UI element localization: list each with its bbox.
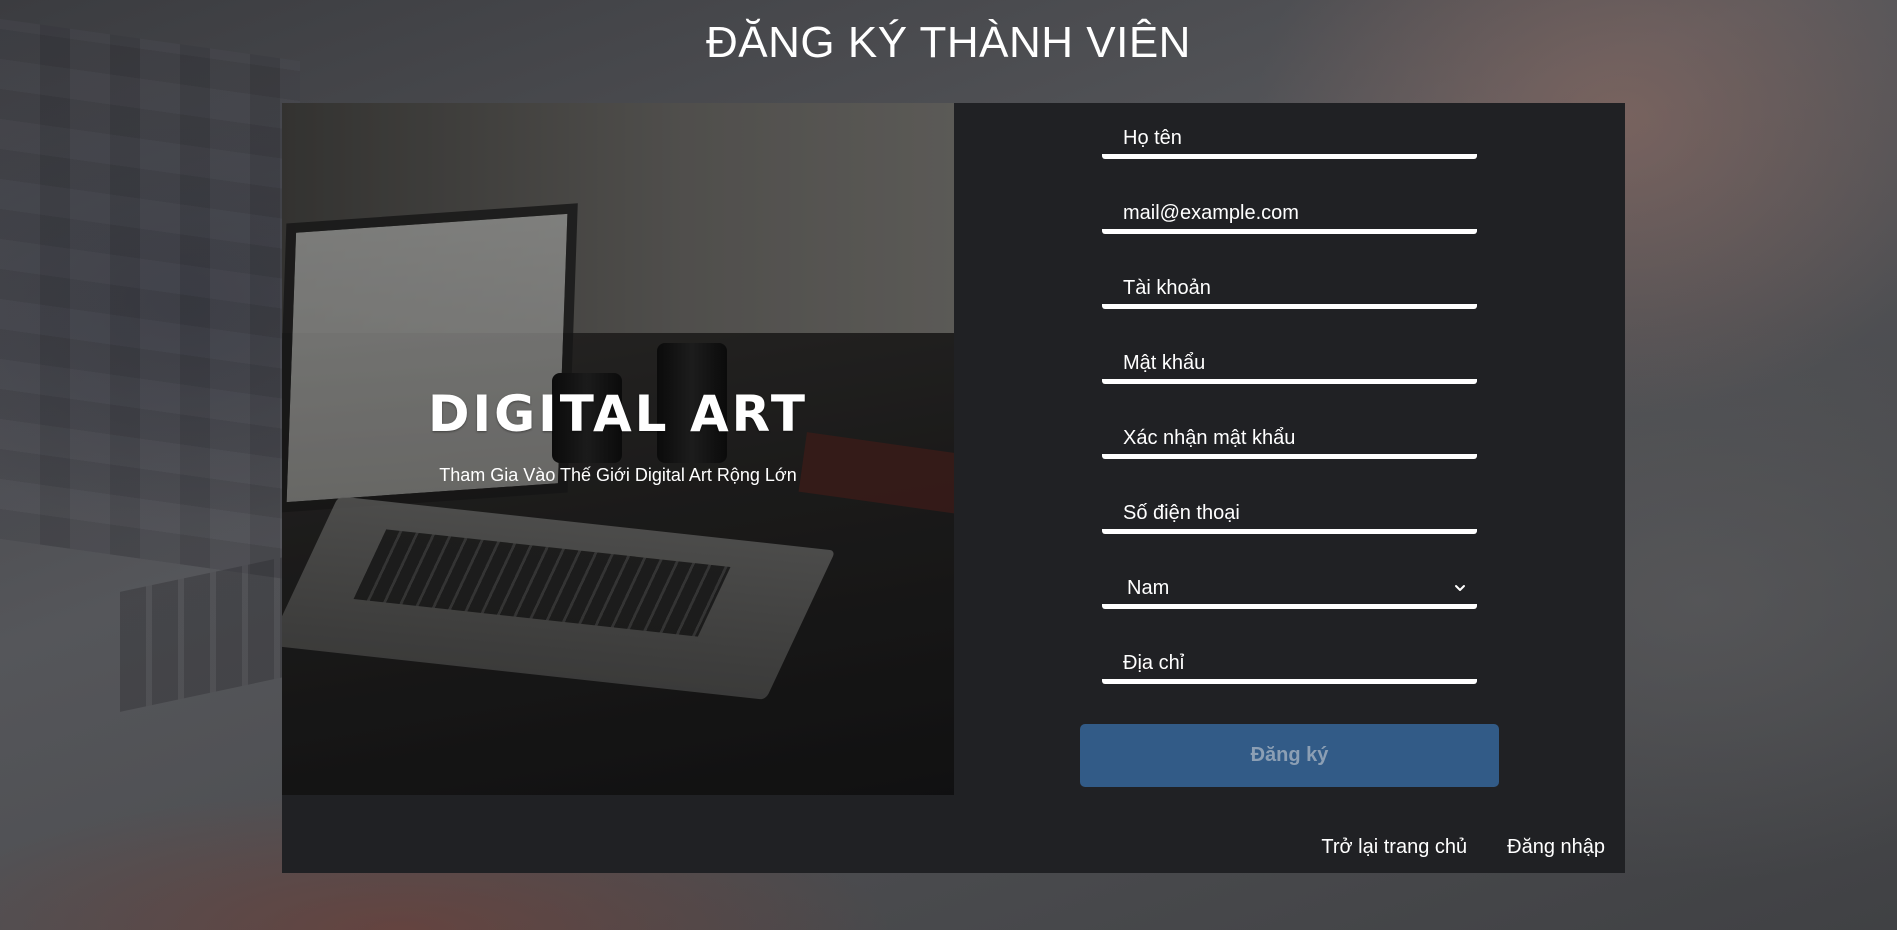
hero-image: DIGITAL ART Tham Gia Vào Thế Giới Digita… [282,103,954,795]
confirm-password-placeholder: Xác nhận mật khẩu [1123,427,1296,449]
password-placeholder: Mật khẩu [1123,352,1206,374]
password-field[interactable]: Mật khẩu [1102,338,1477,384]
gender-selected-value: Nam [1127,577,1170,599]
phone-field[interactable]: Số điện thoại [1102,488,1477,534]
address-placeholder: Địa chỉ [1123,652,1185,674]
back-home-link[interactable]: Trở lại trang chủ [1321,836,1467,859]
username-placeholder: Tài khoản [1123,277,1211,299]
full-name-field[interactable]: Họ tên [1102,113,1477,159]
email-field[interactable]: mail@example.com [1102,188,1477,234]
confirm-password-field[interactable]: Xác nhận mật khẩu [1102,413,1477,459]
footer-links: Trở lại trang chủ Đăng nhập [1321,836,1605,859]
registration-card: DIGITAL ART Tham Gia Vào Thế Giới Digita… [282,103,1625,873]
email-placeholder: mail@example.com [1123,202,1299,224]
hero-subtitle: Tham Gia Vào Thế Giới Digital Art Rộng L… [439,465,797,485]
address-field[interactable]: Địa chỉ [1102,638,1477,684]
phone-placeholder: Số điện thoại [1123,502,1240,524]
login-link[interactable]: Đăng nhập [1507,836,1605,859]
page-title: ĐĂNG KÝ THÀNH VIÊN [706,18,1191,67]
username-field[interactable]: Tài khoản [1102,263,1477,309]
full-name-placeholder: Họ tên [1123,127,1182,149]
hero-overlay [282,103,954,795]
background-laptop-screen [0,18,300,582]
hero-title: DIGITAL ART [428,385,808,443]
chevron-down-icon [1455,585,1465,591]
register-button[interactable]: Đăng ký [1080,724,1499,787]
gender-select[interactable]: Nam [1102,563,1477,609]
